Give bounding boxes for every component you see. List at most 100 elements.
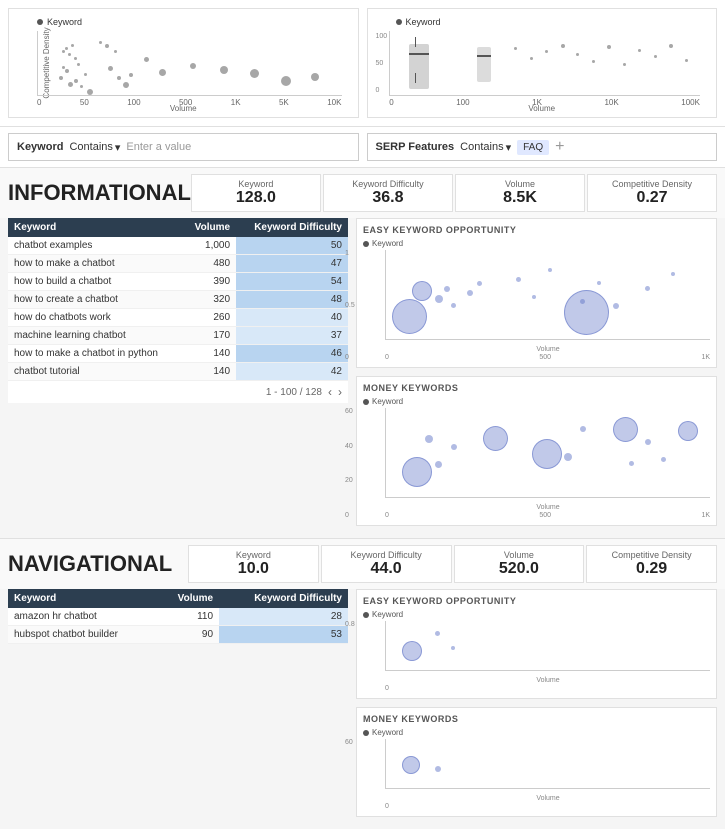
volume-cell: 170	[183, 327, 236, 345]
difficulty-cell: 54	[236, 273, 348, 291]
volume-cell: 90	[158, 626, 219, 644]
easy-keyword-chart: EASY KEYWORD OPPORTUNITY Keyword 10.50	[356, 218, 717, 368]
keyword-cell: chatbot tutorial	[8, 363, 183, 381]
easy-x-ticks: 05001K	[385, 354, 710, 361]
easy-chart-legend: Keyword	[363, 239, 710, 248]
nav-stat-density-value: 0.29	[595, 560, 708, 578]
table-row[interactable]: machine learning chatbot 170 37	[8, 327, 348, 345]
faq-tag[interactable]: FAQ	[517, 140, 549, 155]
volume-cell: 390	[183, 273, 236, 291]
top-right-chart: Keyword 100500	[367, 8, 718, 118]
col-volume: Volume	[183, 218, 236, 237]
nav-easy-scatter: Volume	[385, 621, 710, 671]
serp-filter[interactable]: SERP Features Contains ▾ FAQ +	[367, 133, 718, 161]
navigational-table-section: Keyword Volume Keyword Difficulty amazon…	[8, 589, 348, 817]
table-row[interactable]: how to create a chatbot 320 48	[8, 291, 348, 309]
easy-legend-label: Keyword	[372, 239, 403, 248]
difficulty-cell: 28	[219, 608, 348, 626]
informational-stats: Keyword 128.0 Keyword Difficulty 36.8 Vo…	[191, 174, 717, 212]
difficulty-cell: 46	[236, 345, 348, 363]
nav-stat-volume-value: 520.0	[463, 560, 576, 578]
nav-easy-x-ticks: 0	[385, 685, 710, 692]
nav-easy-legend: Keyword	[363, 610, 710, 619]
stat-density: Competitive Density 0.27	[587, 174, 717, 212]
nav-col-keyword: Keyword	[8, 589, 158, 608]
difficulty-cell: 53	[219, 626, 348, 644]
difficulty-cell: 48	[236, 291, 348, 309]
navigational-title: NAVIGATIONAL	[8, 551, 188, 577]
easy-chart-title: EASY KEYWORD OPPORTUNITY	[363, 225, 710, 235]
keyword-cell: hubspot chatbot builder	[8, 626, 158, 644]
navigational-table: Keyword Volume Keyword Difficulty amazon…	[8, 589, 348, 644]
keyword-cell: how to make a chatbot	[8, 255, 183, 273]
keyword-cell: chatbot examples	[8, 237, 183, 255]
informational-table-section: Keyword Volume Keyword Difficulty chatbo…	[8, 218, 348, 526]
table-row[interactable]: how to make a chatbot 480 47	[8, 255, 348, 273]
keyword-filter-label: Keyword	[17, 141, 63, 153]
add-filter-button[interactable]: +	[555, 138, 564, 156]
nav-stat-difficulty: Keyword Difficulty 44.0	[321, 545, 452, 583]
keyword-cell: how do chatbots work	[8, 309, 183, 327]
difficulty-cell: 40	[236, 309, 348, 327]
dropdown-arrow-icon-2: ▾	[506, 141, 512, 154]
volume-cell: 1,000	[183, 237, 236, 255]
table-row[interactable]: how do chatbots work 260 40	[8, 309, 348, 327]
nav-money-x-label: Volume	[386, 795, 710, 802]
keyword-filter[interactable]: Keyword Contains ▾ Enter a value	[8, 133, 359, 161]
keyword-operator-value: Contains	[69, 141, 112, 153]
table-row[interactable]: how to build a chatbot 390 54	[8, 273, 348, 291]
stat-difficulty: Keyword Difficulty 36.8	[323, 174, 453, 212]
legend-dot	[37, 19, 43, 25]
nav-stat-keyword: Keyword 10.0	[188, 545, 319, 583]
easy-scatter: Volume	[385, 250, 710, 340]
informational-content: Keyword Volume Keyword Difficulty chatbo…	[0, 218, 725, 534]
money-chart-legend: Keyword	[363, 397, 710, 406]
money-scatter: Volume	[385, 408, 710, 498]
nav-stat-density-label: Competitive Density	[595, 550, 708, 560]
nav-money-y-labels: 60	[345, 739, 353, 810]
stat-difficulty-value: 36.8	[332, 189, 444, 207]
navigational-stats: Keyword 10.0 Keyword Difficulty 44.0 Vol…	[188, 545, 717, 583]
table-row[interactable]: how to make a chatbot in python 140 46	[8, 345, 348, 363]
table-row[interactable]: chatbot tutorial 140 42	[8, 363, 348, 381]
legend-dot	[396, 19, 402, 25]
nav-stat-density: Competitive Density 0.29	[586, 545, 717, 583]
filters-row: Keyword Contains ▾ Enter a value SERP Fe…	[0, 126, 725, 167]
serp-operator-value: Contains	[460, 141, 503, 153]
nav-stat-volume: Volume 520.0	[454, 545, 585, 583]
next-page-button[interactable]: ›	[338, 385, 342, 399]
chart-legend-label: Keyword	[47, 17, 82, 27]
nav-money-legend: Keyword	[363, 728, 710, 737]
legend-dot	[363, 399, 369, 405]
keyword-cell: how to make a chatbot in python	[8, 345, 183, 363]
prev-page-button[interactable]: ‹	[328, 385, 332, 399]
table-row[interactable]: amazon hr chatbot 110 28	[8, 608, 348, 626]
nav-easy-chart-title: EASY KEYWORD OPPORTUNITY	[363, 596, 710, 606]
nav-legend-dot	[363, 612, 369, 618]
difficulty-cell: 47	[236, 255, 348, 273]
nav-easy-y-labels: 0.8	[345, 621, 355, 692]
volume-cell: 480	[183, 255, 236, 273]
money-keywords-chart: MONEY KEYWORDS Keyword 6040200	[356, 376, 717, 526]
nav-stat-keyword-value: 10.0	[197, 560, 310, 578]
keyword-operator-select[interactable]: Contains ▾	[69, 141, 120, 154]
scatter-plot-right	[389, 31, 700, 96]
volume-cell: 140	[183, 363, 236, 381]
money-x-ticks: 05001K	[385, 512, 710, 519]
keyword-cell: amazon hr chatbot	[8, 608, 158, 626]
keyword-cell: machine learning chatbot	[8, 327, 183, 345]
table-row[interactable]: hubspot chatbot builder 90 53	[8, 626, 348, 644]
pagination-text: 1 - 100 / 128	[266, 387, 322, 398]
volume-cell: 140	[183, 345, 236, 363]
informational-title: INFORMATIONAL	[8, 180, 191, 206]
serp-operator-select[interactable]: Contains ▾	[460, 141, 511, 154]
nav-money-dot	[363, 730, 369, 736]
dropdown-arrow-icon: ▾	[115, 141, 121, 154]
table-row[interactable]: chatbot examples 1,000 50	[8, 237, 348, 255]
legend-dot	[363, 241, 369, 247]
volume-cell: 320	[183, 291, 236, 309]
nav-col-difficulty: Keyword Difficulty	[219, 589, 348, 608]
stat-difficulty-label: Keyword Difficulty	[332, 179, 444, 189]
keyword-filter-input[interactable]: Enter a value	[126, 141, 191, 153]
col-keyword: Keyword	[8, 218, 183, 237]
